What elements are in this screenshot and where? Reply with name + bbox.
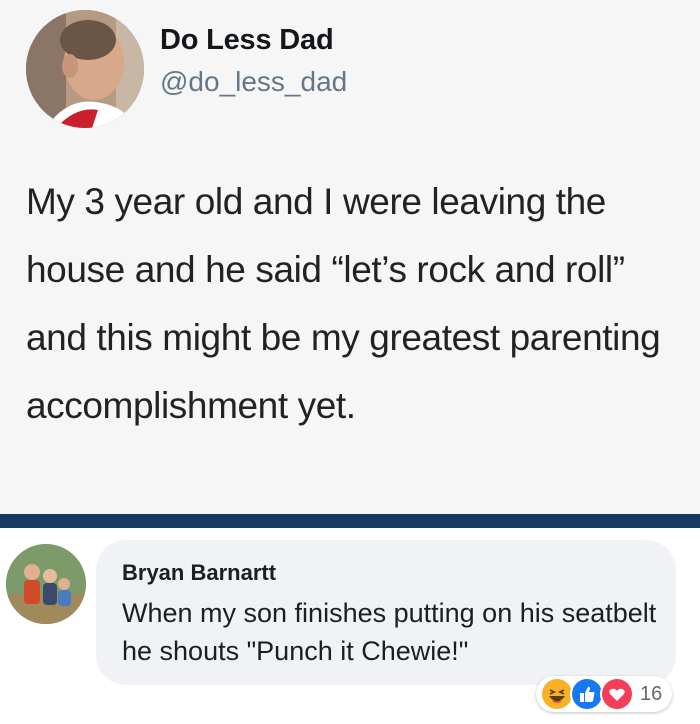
tweet-card: Do Less Dad @do_less_dad My 3 year old a… bbox=[0, 0, 700, 514]
tweet-author-avatar[interactable] bbox=[26, 10, 144, 128]
reaction-summary[interactable]: 16 bbox=[536, 676, 673, 712]
comment-section: Bryan Barnartt When my son finishes putt… bbox=[0, 528, 700, 724]
comment-bubble: Bryan Barnartt When my son finishes putt… bbox=[96, 540, 676, 685]
comment-text: When my son finishes putting on his seat… bbox=[122, 598, 657, 666]
tweet-text: My 3 year old and I were leaving the hou… bbox=[26, 181, 661, 426]
haha-icon bbox=[540, 677, 574, 711]
tweet-author-handle[interactable]: @do_less_dad bbox=[160, 66, 347, 98]
love-icon bbox=[600, 677, 634, 711]
divider-bar bbox=[0, 514, 700, 528]
tweet-author-name[interactable]: Do Less Dad bbox=[160, 24, 334, 57]
commenter-avatar[interactable] bbox=[6, 544, 86, 624]
comment-author[interactable]: Bryan Barnartt bbox=[122, 560, 276, 586]
like-icon bbox=[570, 677, 604, 711]
reaction-count: 16 bbox=[640, 682, 663, 705]
